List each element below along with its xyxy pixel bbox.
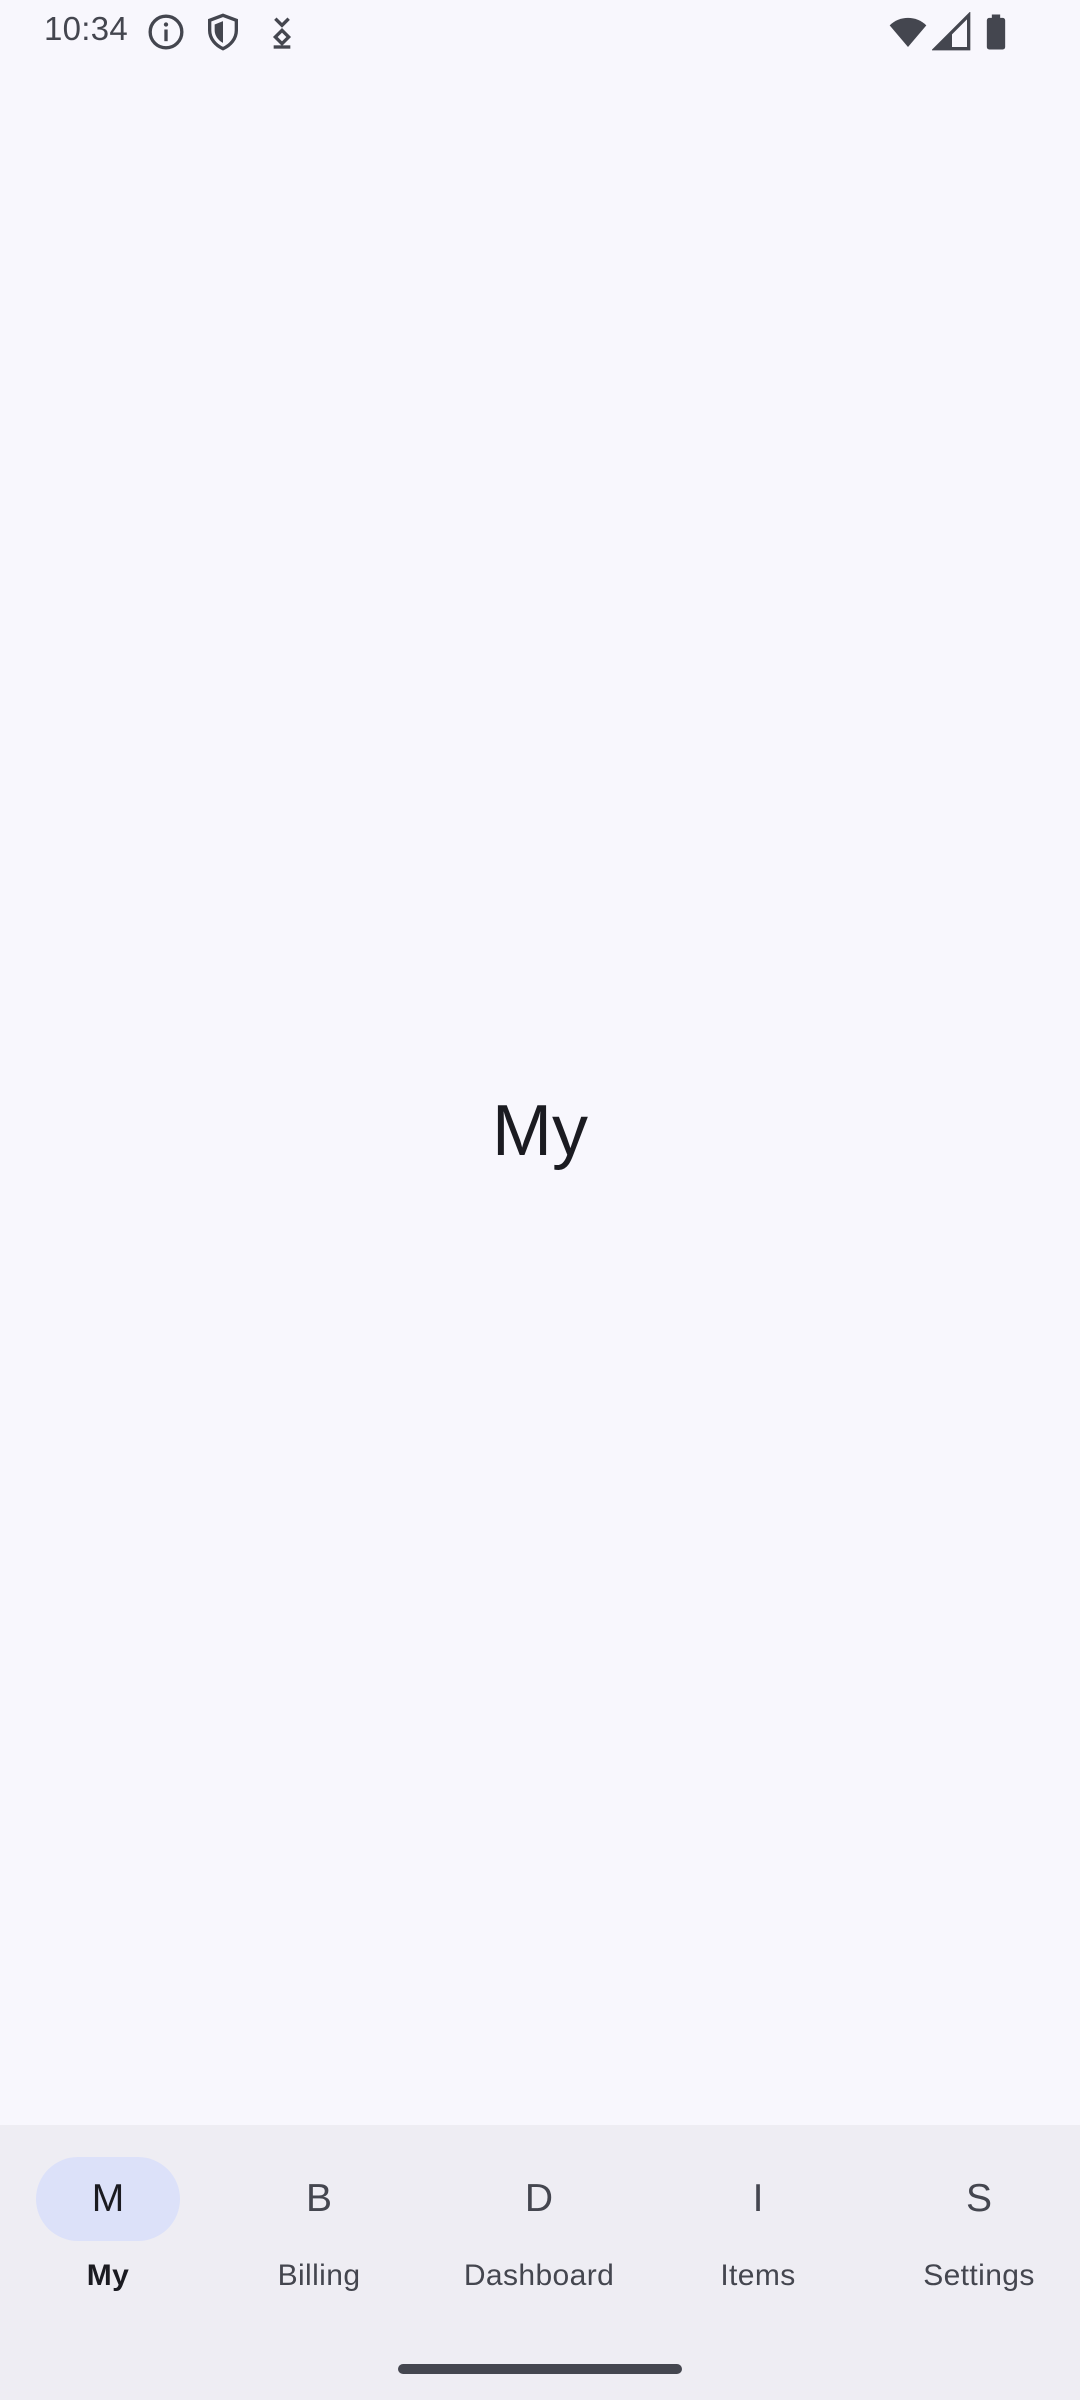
billing-icon: B: [305, 2177, 332, 2220]
cell-signal-icon: [932, 12, 972, 52]
info-icon: [146, 12, 186, 52]
status-bar: 10:34: [0, 0, 1080, 62]
bottom-navigation: M My B Billing D Dashboard I Items S Set…: [0, 2125, 1080, 2400]
nav-label-billing: Billing: [277, 2259, 361, 2292]
nav-item-dashboard[interactable]: D Dashboard: [431, 2157, 647, 2297]
items-icon: I: [752, 2177, 764, 2220]
shield-icon: [203, 12, 243, 52]
battery-icon: [976, 12, 1016, 52]
nav-item-settings[interactable]: S Settings: [871, 2157, 1080, 2297]
nav-label-items: Items: [720, 2259, 796, 2292]
my-icon: M: [91, 2177, 125, 2220]
wifi-icon: [888, 12, 928, 52]
main-content: My: [0, 62, 1080, 2125]
settings-icon: S: [965, 2177, 992, 2220]
nav-item-billing[interactable]: B Billing: [211, 2157, 427, 2297]
download-icon: [262, 12, 302, 52]
nav-item-items[interactable]: I Items: [650, 2157, 866, 2297]
status-time: 10:34: [44, 10, 129, 47]
gesture-navigation-bar[interactable]: [398, 2364, 682, 2374]
nav-label-settings: Settings: [923, 2259, 1035, 2292]
nav-item-my[interactable]: M My: [0, 2157, 216, 2297]
nav-label-dashboard: Dashboard: [463, 2259, 615, 2292]
page-title: My: [492, 1091, 588, 1171]
nav-label-my: My: [86, 2259, 130, 2292]
dashboard-icon: D: [524, 2177, 554, 2220]
